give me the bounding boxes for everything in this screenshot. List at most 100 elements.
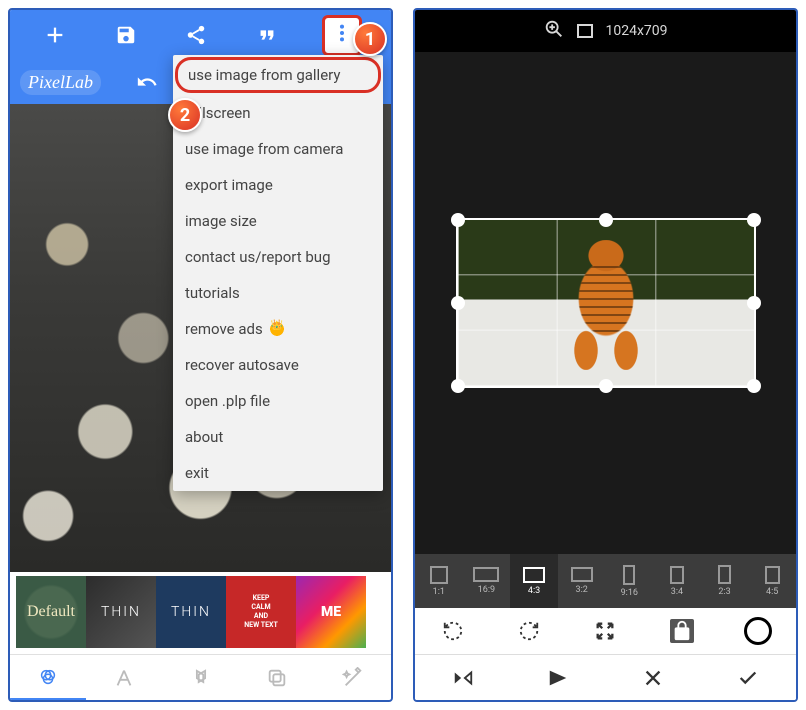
tab-effects[interactable] — [315, 655, 391, 700]
ratio-label: 3:4 — [671, 587, 683, 597]
menu-item-label: remove ads — [185, 320, 263, 338]
aspect-ratio-bar: 1:1 16:9 4:3 3:2 9:16 3:4 2:3 4:5 — [415, 554, 796, 608]
crop-handle-t[interactable] — [599, 213, 613, 227]
overflow-menu: use image from gallery fullscreen use imag… — [173, 55, 383, 491]
share-icon[interactable] — [180, 19, 212, 51]
cancel-icon[interactable] — [633, 658, 673, 698]
tiger-image — [556, 240, 656, 370]
crop-handle-b[interactable] — [599, 379, 613, 393]
menu-item-label: image size — [185, 212, 257, 230]
undo-icon[interactable] — [131, 66, 163, 98]
ratio-3-2[interactable]: 3:2 — [558, 554, 606, 608]
tab-layers[interactable] — [239, 655, 315, 700]
add-icon[interactable] — [39, 19, 71, 51]
ratio-box-icon — [670, 566, 684, 584]
ratio-3-4[interactable]: 3:4 — [653, 554, 701, 608]
ratio-label: 4:3 — [528, 586, 540, 596]
crop-dimensions: 1024x709 — [605, 23, 667, 39]
rotate-ccw-icon[interactable] — [433, 611, 473, 651]
crop-handle-l[interactable] — [451, 296, 465, 310]
crop-handle-tl[interactable] — [451, 213, 465, 227]
ratio-label: 3:2 — [576, 585, 588, 595]
crop-frame[interactable] — [456, 218, 756, 388]
menu-item-label: export image — [185, 176, 273, 194]
menu-item-label: about — [185, 428, 223, 446]
menu-item-remove-ads[interactable]: remove ads — [173, 311, 383, 347]
ratio-1-1[interactable]: 1:1 — [415, 554, 463, 608]
template-tmpl-keep[interactable]: KEEP CALM AND NEW TEXT — [226, 576, 296, 648]
ratio-4-5[interactable]: 4:5 — [748, 554, 796, 608]
menu-item-use-image-from-gallery[interactable]: use image from gallery — [175, 57, 381, 93]
template-strip: DefaultTHINTHINKEEP CALM AND NEW TEXTME — [10, 572, 391, 654]
ratio-box-icon — [473, 567, 499, 582]
template-tmpl-meme[interactable]: ME — [296, 576, 366, 648]
ratio-box-icon — [430, 566, 448, 584]
aspect-icon[interactable] — [577, 24, 593, 38]
crop-canvas[interactable] — [415, 52, 796, 554]
expand-icon[interactable] — [585, 611, 625, 651]
rotate-cw-icon[interactable] — [509, 611, 549, 651]
crop-handle-r[interactable] — [747, 296, 761, 310]
record-button[interactable] — [738, 611, 778, 651]
crop-tool-row-2 — [415, 654, 796, 700]
zoom-in-icon[interactable] — [543, 18, 565, 44]
quote-icon[interactable] — [251, 19, 283, 51]
ratio-label: 1:1 — [433, 587, 445, 597]
ratio-box-icon — [623, 565, 635, 585]
tab-text[interactable] — [86, 655, 162, 700]
ratio-box-icon — [765, 566, 780, 584]
menu-item-use-image-from-camera[interactable]: use image from camera — [173, 131, 383, 167]
menu-item-about[interactable]: about — [173, 419, 383, 455]
menu-item-label: open .plp file — [185, 392, 270, 410]
top-toolbar — [10, 10, 391, 60]
callout-2: 2 — [168, 98, 202, 132]
menu-item-fullscreen[interactable]: fullscreen — [173, 95, 383, 131]
flip-horizontal-icon[interactable] — [443, 658, 483, 698]
ratio-label: 16:9 — [478, 585, 495, 595]
menu-item-export-image[interactable]: export image — [173, 167, 383, 203]
app-logo: PixelLab — [20, 70, 101, 95]
template-tmpl-default[interactable]: Default — [16, 576, 86, 648]
menu-item-label: contact us/report bug — [185, 248, 331, 266]
save-icon[interactable] — [110, 19, 142, 51]
flip-vertical-icon[interactable] — [538, 658, 578, 698]
template-tmpl-thin1[interactable]: THIN — [86, 576, 156, 648]
crop-handle-bl[interactable] — [451, 379, 465, 393]
crop-top-bar: 1024x709 — [415, 10, 796, 52]
more-icon — [331, 25, 353, 49]
ratio-label: 9:16 — [621, 588, 638, 598]
menu-item-label: recover autosave — [185, 356, 299, 374]
crop-handle-br[interactable] — [747, 379, 761, 393]
callout-1: 1 — [353, 22, 387, 56]
tab-shapes[interactable] — [162, 655, 238, 700]
lock-icon — [670, 619, 694, 643]
menu-item-image-size[interactable]: image size — [173, 203, 383, 239]
menu-item-label: exit — [185, 464, 209, 482]
bottom-tabs — [10, 654, 391, 700]
menu-item-tutorials[interactable]: tutorials — [173, 275, 383, 311]
crop-handle-tr[interactable] — [747, 213, 761, 227]
confirm-icon[interactable] — [728, 658, 768, 698]
tab-filters[interactable] — [10, 655, 86, 700]
crop-tool-row-1 — [415, 608, 796, 654]
ratio-box-icon — [718, 565, 731, 584]
menu-item-label: use image from gallery — [188, 66, 340, 84]
ratio-label: 4:5 — [766, 587, 778, 597]
left-phone: PixelLab DefaultTHINTHINKEEP CALM AND NE… — [8, 8, 393, 702]
template-tmpl-thin2[interactable]: THIN — [156, 576, 226, 648]
menu-item-label: use image from camera — [185, 140, 343, 158]
ratio-label: 2:3 — [718, 587, 730, 597]
lock-aspect-button[interactable] — [662, 611, 702, 651]
right-phone: 1024x709 1:1 16:9 4:3 3:2 9:16 3:4 2:3 4:5 — [413, 8, 798, 702]
ratio-box-icon — [571, 567, 593, 582]
menu-item-exit[interactable]: exit — [173, 455, 383, 491]
menu-item-contact-us-report-bug[interactable]: contact us/report bug — [173, 239, 383, 275]
menu-item-open-plp-file[interactable]: open .plp file — [173, 383, 383, 419]
crown-icon — [269, 321, 285, 337]
ratio-4-3[interactable]: 4:3 — [510, 554, 558, 608]
menu-item-label: tutorials — [185, 284, 240, 302]
menu-item-recover-autosave[interactable]: recover autosave — [173, 347, 383, 383]
ratio-9-16[interactable]: 9:16 — [606, 554, 654, 608]
ratio-2-3[interactable]: 2:3 — [701, 554, 749, 608]
ratio-16-9[interactable]: 16:9 — [463, 554, 511, 608]
